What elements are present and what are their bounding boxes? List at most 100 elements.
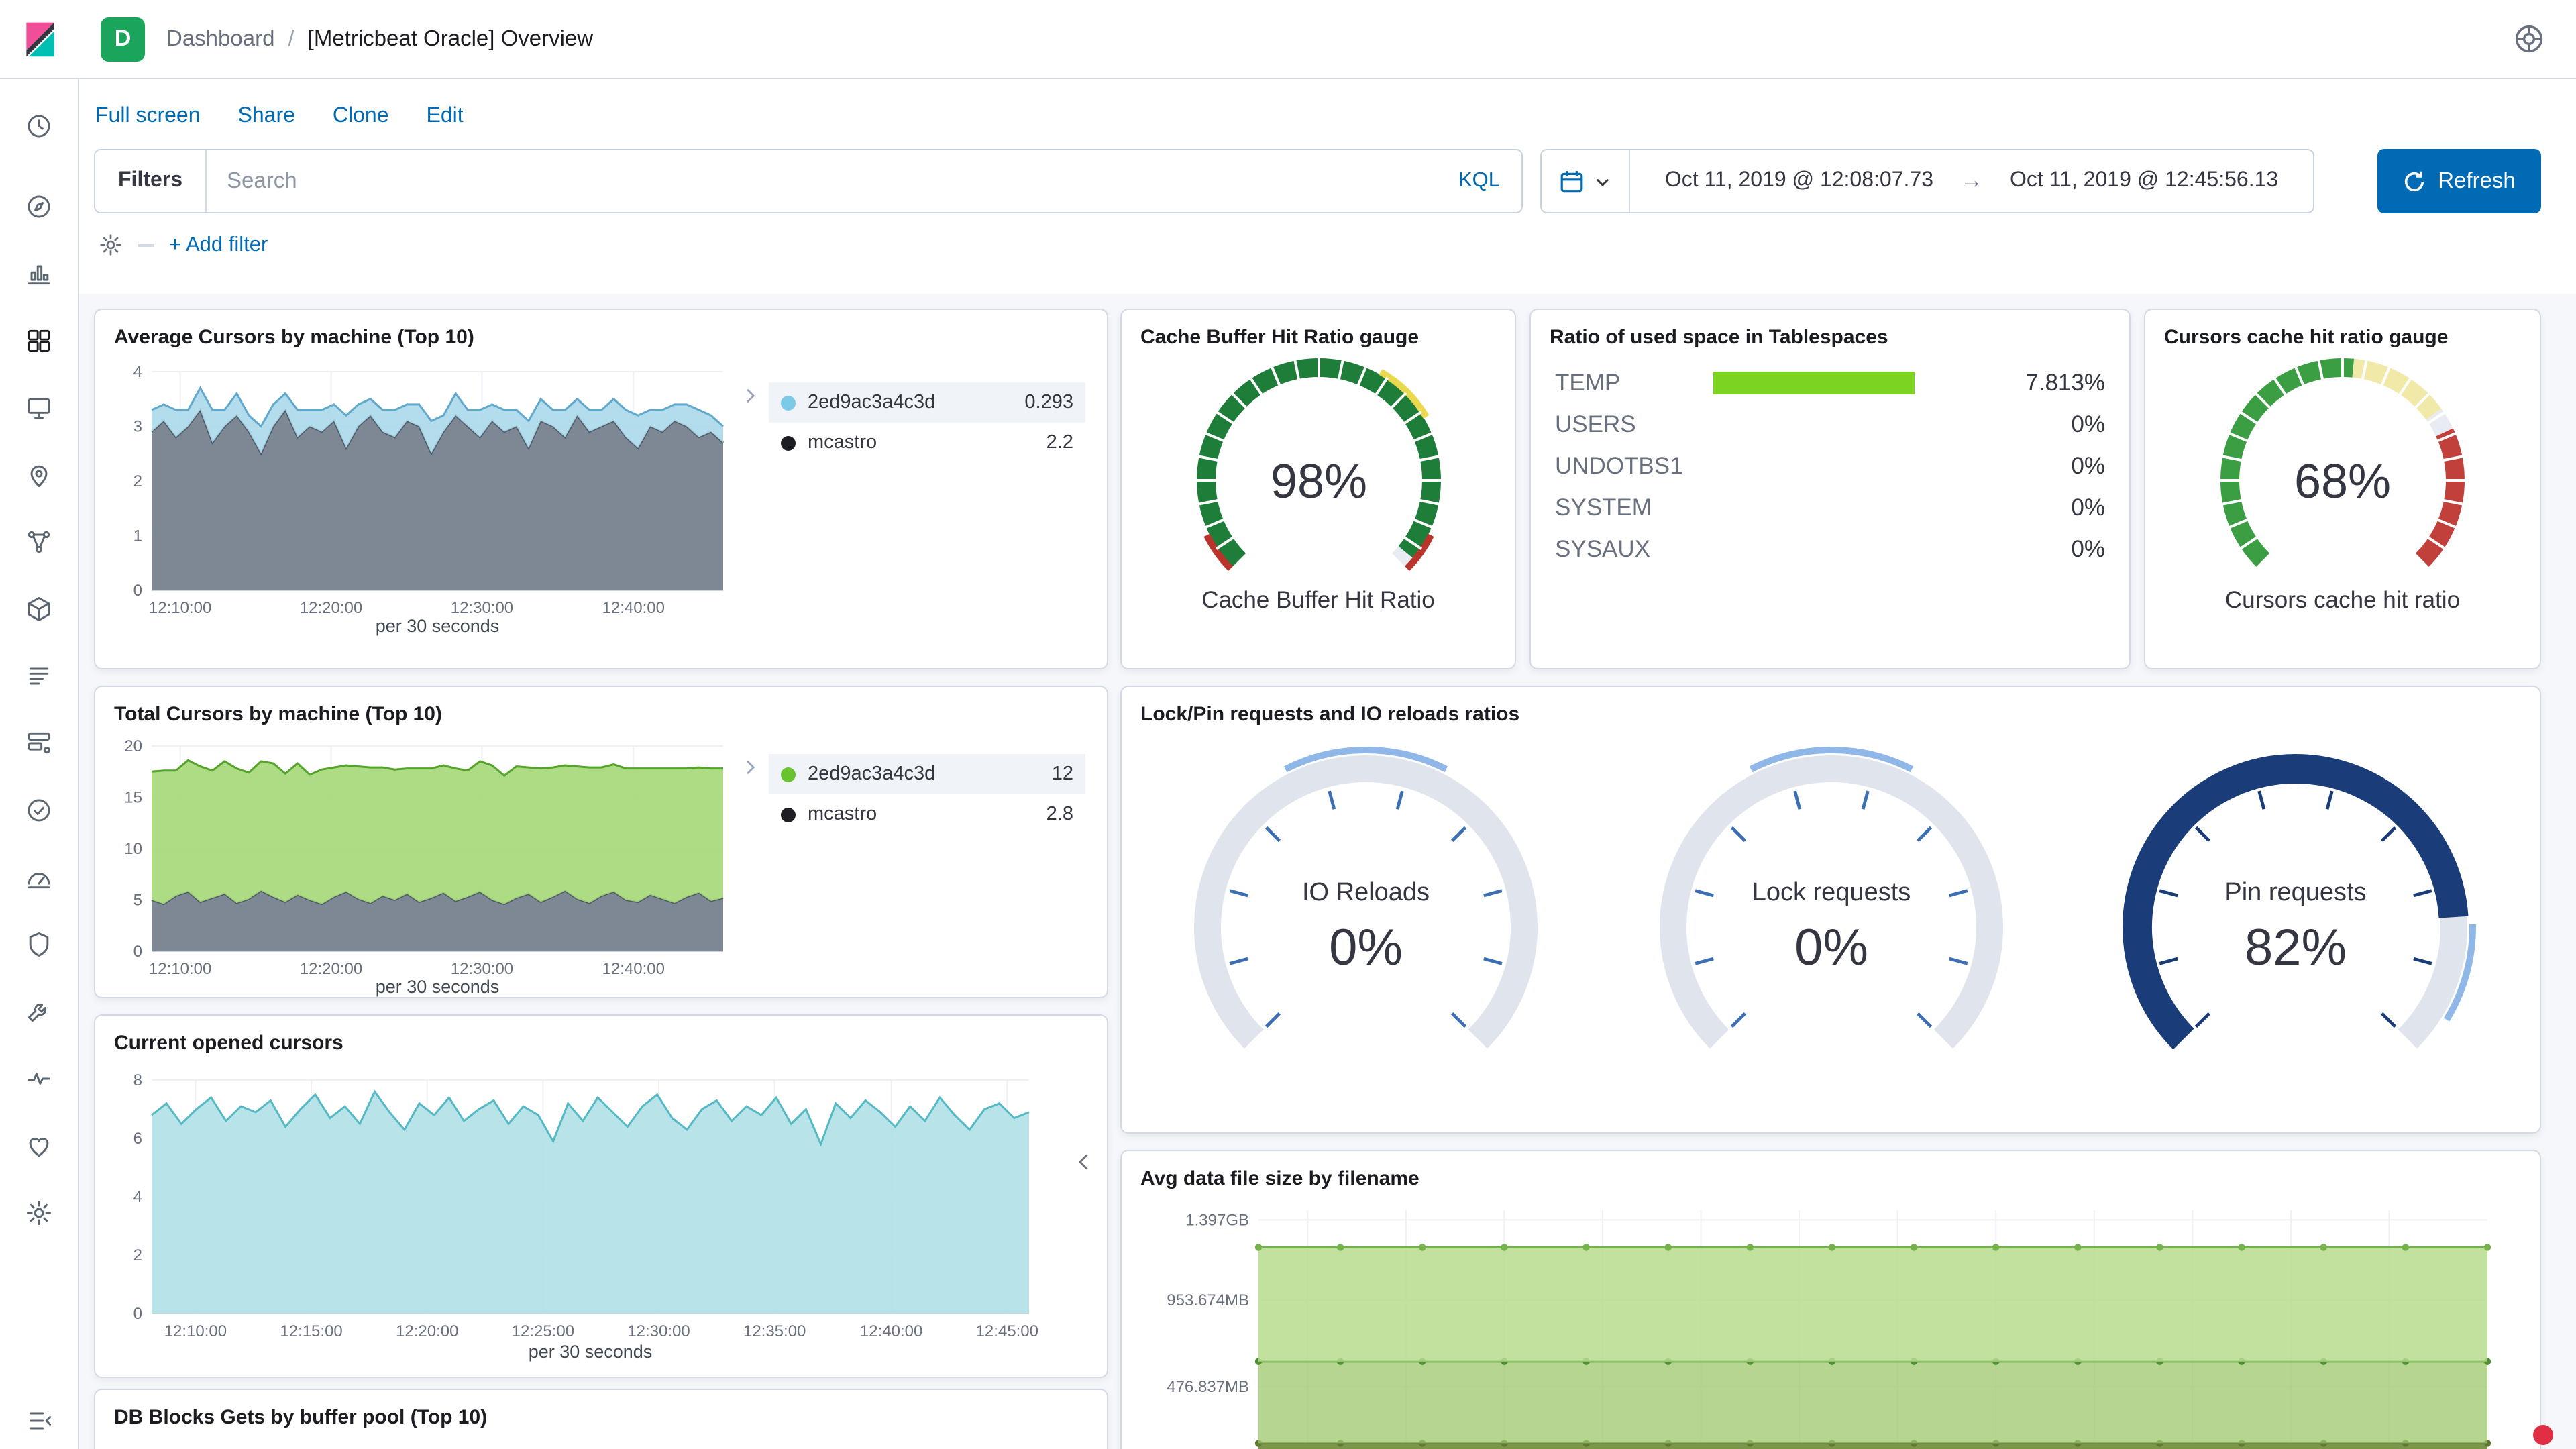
tablespace-value: 0% [2071,411,2105,437]
usage-bar [1713,413,1971,436]
svg-text:4: 4 [133,1188,142,1206]
tablespace-name: SYSTEM [1555,494,1652,521]
sidebar-item-monitoring[interactable] [0,1045,78,1112]
io-reloads-gauge[interactable]: IO Reloads 0% [1178,739,1554,1122]
discover-icon [28,195,50,218]
breadcrumb-current: [Metricbeat Oracle] Overview [307,26,594,50]
panel-avg-file-size[interactable]: Avg data file size by filename 1.397GB 95… [1120,1150,2541,1449]
legend-item[interactable]: 2ed9ac3a4c3d 12 [769,754,1085,794]
sidebar-item-uptime[interactable] [0,777,78,844]
sidebar-item-discover[interactable] [0,173,78,240]
sidebar-item-logs[interactable] [0,643,78,710]
kibana-logo[interactable] [0,0,79,78]
sidebar-item-dashboard[interactable] [0,307,78,374]
panel-title: Cache Buffer Hit Ratio gauge [1140,326,1419,349]
series-label: 2ed9ac3a4c3d [808,392,936,413]
lock-requests-gauge[interactable]: Lock requests 0% [1643,739,2019,1122]
series-value: 0.293 [1024,392,1073,413]
clone-button[interactable]: Clone [333,105,389,129]
date-end[interactable]: Oct 11, 2019 @ 12:45:56.13 [2010,169,2278,193]
legend-item[interactable]: mcastro 2.8 [769,794,1085,835]
panel-title: Total Cursors by machine (Top 10) [114,703,442,726]
filter-divider [138,244,154,246]
usage-bar [1713,455,1971,478]
svg-text:IO Reloads: IO Reloads [1302,878,1430,906]
space-badge[interactable]: D [101,17,145,61]
sidebar-item-heartbeat[interactable] [0,1112,78,1179]
panel-total-cursors[interactable]: Total Cursors by machine (Top 10) 0 5 10 15… [94,686,1108,998]
svg-text:82%: 82% [2245,919,2347,976]
panel-lock-pin-ratios[interactable]: Lock/Pin requests and IO reloads ratios … [1120,686,2541,1134]
sidebar-item-infrastructure[interactable] [0,576,78,643]
legend-item[interactable]: mcastro 2.2 [769,423,1085,463]
svg-text:0: 0 [133,943,142,961]
panel-db-blocks[interactable]: DB Blocks Gets by buffer pool (Top 10) [94,1389,1108,1449]
svg-text:12:20:00: 12:20:00 [300,599,362,617]
total-cursors-chart[interactable]: 0 5 10 15 20 12:10:00 12:20:00 12:30:00 12:40:00… [106,737,737,997]
sidebar-item-maps[interactable] [0,441,78,508]
cache-buffer-gauge[interactable]: 98% [1184,346,1452,621]
sidebar-item-metrics[interactable] [0,844,78,911]
kql-selector[interactable]: KQL [1437,150,1521,212]
sidebar-item-dev-tools[interactable] [0,978,78,1045]
sidebar-item-apm[interactable] [0,710,78,777]
tablespace-name: SYSAUX [1555,535,1650,562]
sidebar-item-recently-viewed[interactable] [0,93,78,160]
date-start[interactable]: Oct 11, 2019 @ 12:08:07.73 [1665,169,1933,193]
pin-requests-gauge[interactable]: Pin requests 82% [2108,739,2483,1122]
sidebar-item-visualize[interactable] [0,240,78,307]
tablespace-row: TEMP 7.813% [1555,362,2105,404]
svg-text:1.397GB: 1.397GB [1185,1211,1249,1229]
refresh-icon [2405,170,2424,191]
sidebar-item-canvas[interactable] [0,374,78,441]
panel-title: DB Blocks Gets by buffer pool (Top 10) [114,1406,488,1429]
tablespace-value: 0% [2071,535,2105,562]
legend-expand-icon[interactable] [739,385,761,413]
svg-text:5: 5 [133,892,142,910]
svg-text:12:40:00: 12:40:00 [602,599,665,617]
help-icon[interactable] [2512,21,2576,56]
full-screen-button[interactable]: Full screen [95,105,201,129]
legend-item[interactable]: 2ed9ac3a4c3d 0.293 [769,382,1085,423]
monitoring-icon [28,1073,50,1085]
chevron-down-icon [1596,178,1609,186]
collapse-menu-icon[interactable] [0,1406,79,1436]
logs-icon [29,667,49,685]
opened-cursors-chart[interactable]: 0 2 4 6 8 12:10:00 12:15:00 12:20:00 12:25:00 12:… [106,1071,1045,1371]
sidebar [0,79,79,1449]
panel-title: Ratio of used space in Tablespaces [1550,326,1888,349]
panel-average-cursors[interactable]: Average Cursors by machine (Top 10) 0 1 2 3… [94,309,1108,669]
legend-expand-icon[interactable] [739,757,761,785]
cursors-cache-gauge[interactable]: 68% [2208,346,2477,621]
panel-tablespaces[interactable]: Ratio of used space in Tablespaces TEMP 7… [1529,309,2131,669]
svg-text:1: 1 [133,527,142,545]
chart-legend: 2ed9ac3a4c3d 12 mcastro 2.8 [769,754,1085,835]
add-filter-button[interactable]: + Add filter [169,233,268,257]
filters-button[interactable]: Filters [95,150,207,212]
share-button[interactable]: Share [238,105,295,129]
date-picker-quick-menu[interactable] [1542,150,1630,212]
panel-opened-cursors[interactable]: Current opened cursors 0 2 4 6 8 12:10:00 12:1… [94,1014,1108,1378]
panel-cursors-cache-gauge[interactable]: Cursors cache hit ratio gauge 68% Cursor… [2144,309,2541,669]
tablespace-name: TEMP [1555,369,1621,396]
svg-text:476.837MB: 476.837MB [1167,1378,1249,1396]
calendar-icon [1560,170,1583,192]
refresh-button[interactable]: Refresh [2377,149,2541,213]
uptime-icon [28,799,50,822]
search-input[interactable] [207,150,1437,212]
breadcrumb-dashboard[interactable]: Dashboard [166,26,274,52]
filter-settings-icon[interactable] [98,232,123,258]
sidebar-item-siem[interactable] [0,911,78,978]
legend-collapse-icon[interactable] [1072,1150,1096,1181]
add-filter-row: + Add filter [98,232,2576,258]
svg-text:12:30:00: 12:30:00 [451,960,513,978]
svg-text:68%: 68% [2294,455,2391,508]
average-cursors-chart[interactable]: 0 1 2 3 4 12:10:00 12:20:00 12:30:00 12:40:00 per… [106,363,737,645]
recording-indicator [2533,1425,2553,1445]
sidebar-item-management[interactable] [0,1179,78,1246]
maps-icon [30,465,48,487]
panel-cache-buffer-gauge[interactable]: Cache Buffer Hit Ratio gauge 98% Cache B… [1120,309,1516,669]
avg-file-size-chart[interactable]: 1.397GB953.674MB476.837MB0B [1130,1199,2512,1449]
edit-button[interactable]: Edit [427,105,464,129]
sidebar-item-machine-learning[interactable] [0,508,78,576]
